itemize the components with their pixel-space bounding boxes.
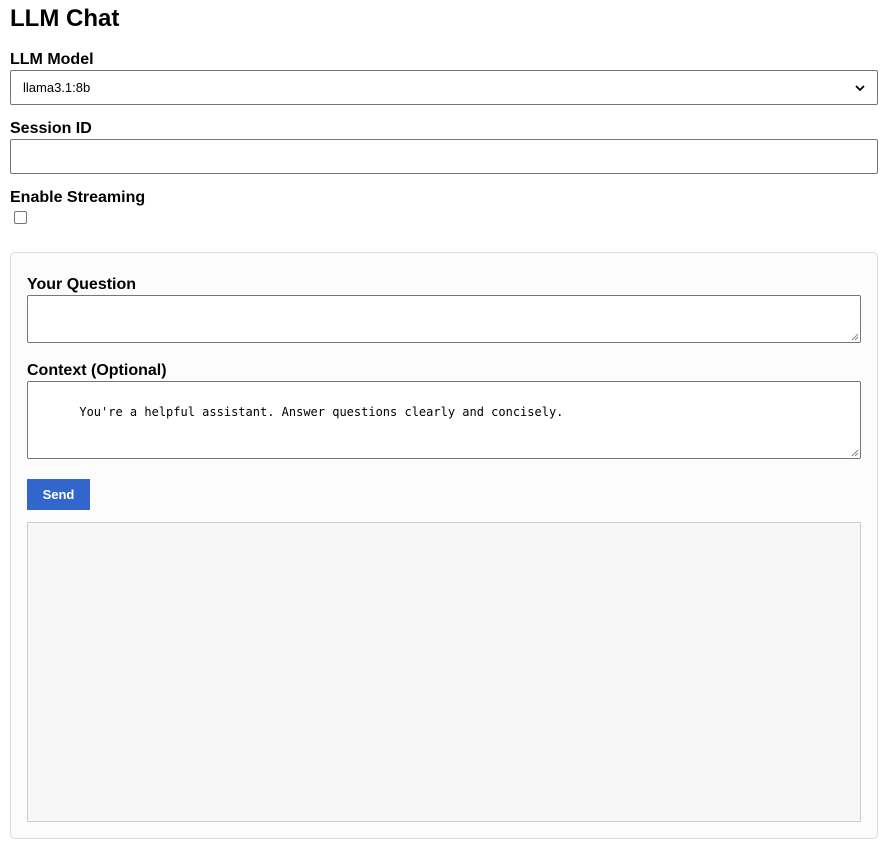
chat-panel: Your Question Context (Optional) You're … xyxy=(10,252,878,839)
model-selected-value: llama3.1:8b xyxy=(23,80,91,95)
page-title: LLM Chat xyxy=(10,5,120,32)
resize-handle-icon[interactable] xyxy=(850,332,859,341)
resize-handle-icon[interactable] xyxy=(850,448,859,457)
session-label: Session ID xyxy=(10,120,92,137)
model-select[interactable]: llama3.1:8b xyxy=(10,70,878,105)
context-text: You're a helpful assistant. Answer quest… xyxy=(79,405,564,419)
response-area xyxy=(27,522,861,822)
question-textarea[interactable] xyxy=(27,295,861,343)
question-label: Your Question xyxy=(27,276,137,293)
streaming-checkbox[interactable] xyxy=(14,211,27,224)
chevron-down-icon xyxy=(855,84,865,91)
send-button[interactable]: Send xyxy=(27,479,90,510)
streaming-label: Enable Streaming xyxy=(10,189,146,206)
model-label: LLM Model xyxy=(10,51,94,68)
context-textarea[interactable]: You're a helpful assistant. Answer quest… xyxy=(27,381,861,459)
context-label: Context (Optional) xyxy=(27,362,167,379)
session-id-input[interactable] xyxy=(10,139,878,174)
